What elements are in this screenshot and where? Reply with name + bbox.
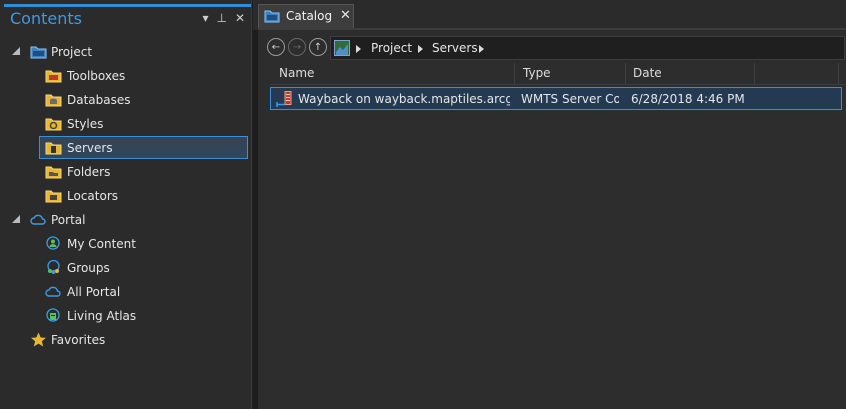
up-button[interactable]: ↑ xyxy=(309,38,327,56)
tree-item-all-portal[interactable]: All Portal xyxy=(0,280,252,304)
styles-folder-icon xyxy=(45,118,62,131)
tab-catalog-label: Catalog xyxy=(286,9,333,23)
pane-menu-icon[interactable]: ▾ xyxy=(202,11,208,25)
breadcrumb-arrow-icon[interactable] xyxy=(479,45,484,53)
tree-label-project: Project xyxy=(51,45,93,59)
catalog-navbar: ← → ↑ Project Servers xyxy=(258,36,846,60)
contents-tree: Project Toolboxes Databases Styles Serve… xyxy=(0,40,252,352)
breadcrumb-arrow-icon[interactable] xyxy=(418,45,423,53)
location-map-icon xyxy=(334,40,350,56)
folder-icon xyxy=(45,166,62,179)
contents-title: Contents xyxy=(10,9,82,28)
tree-item-servers[interactable]: Servers xyxy=(0,136,252,160)
cell-name: Wayback on wayback.maptiles.arcgis.com xyxy=(298,92,510,106)
catalog-view: ← → ↑ Project Servers Name Type Date Way… xyxy=(258,30,846,409)
tree-label-toolboxes: Toolboxes xyxy=(67,69,126,83)
column-divider[interactable] xyxy=(625,63,626,85)
collapse-caret-icon[interactable] xyxy=(12,215,20,223)
column-header-name[interactable]: Name xyxy=(279,66,314,80)
column-divider[interactable] xyxy=(754,63,755,85)
project-folder-icon xyxy=(30,46,47,59)
table-row[interactable]: Wayback on wayback.maptiles.arcgis.com W… xyxy=(270,87,842,110)
column-divider[interactable] xyxy=(838,63,839,85)
contents-accent-bar xyxy=(4,4,251,7)
column-header-type[interactable]: Type xyxy=(523,66,551,80)
catalog-tabbar: Catalog ✕ xyxy=(253,0,846,30)
tree-label-databases: Databases xyxy=(67,93,131,107)
tree-label-servers: Servers xyxy=(67,141,113,155)
pane-controls: ▾ ⊥ ✕ xyxy=(202,11,245,25)
tree-item-portal[interactable]: Portal xyxy=(0,208,252,232)
tree-label-styles: Styles xyxy=(67,117,104,131)
tab-close-icon[interactable]: ✕ xyxy=(340,8,351,23)
groups-icon xyxy=(47,260,60,274)
tree-label-my-content: My Content xyxy=(67,237,136,251)
pane-pin-icon[interactable]: ⊥ xyxy=(216,11,226,25)
server-folder-icon xyxy=(45,142,62,155)
tree-label-all-portal: All Portal xyxy=(67,285,121,299)
cell-type: WMTS Server Connection xyxy=(521,92,619,106)
breadcrumb-servers[interactable]: Servers xyxy=(432,41,478,55)
breadcrumb-project[interactable]: Project xyxy=(371,41,412,55)
tree-label-groups: Groups xyxy=(67,261,110,275)
tree-item-databases[interactable]: Databases xyxy=(0,88,252,112)
tree-label-living-atlas: Living Atlas xyxy=(67,309,137,323)
forward-button[interactable]: → xyxy=(288,38,306,56)
tree-label-locators: Locators xyxy=(67,189,118,203)
tree-item-locators[interactable]: Locators xyxy=(0,184,252,208)
catalog-icon xyxy=(264,10,280,23)
grid-header: Name Type Date xyxy=(270,63,846,85)
tree-label-folders: Folders xyxy=(67,165,111,179)
star-icon xyxy=(31,332,46,347)
portal-cloud-icon xyxy=(30,214,46,225)
tree-item-my-content[interactable]: My Content xyxy=(0,232,252,256)
wmts-server-icon xyxy=(276,91,292,107)
column-divider[interactable] xyxy=(514,63,515,85)
pane-close-icon[interactable]: ✕ xyxy=(235,11,245,25)
tree-label-favorites: Favorites xyxy=(51,333,106,347)
collapse-caret-icon[interactable] xyxy=(12,47,20,55)
my-content-icon xyxy=(46,236,60,250)
cloud-icon xyxy=(45,286,61,297)
tree-item-living-atlas[interactable]: Living Atlas xyxy=(0,304,252,328)
tree-item-project[interactable]: Project xyxy=(0,40,252,64)
tree-item-folders[interactable]: Folders xyxy=(0,160,252,184)
locator-folder-icon xyxy=(45,190,62,203)
tree-label-portal: Portal xyxy=(51,213,86,227)
column-header-date[interactable]: Date xyxy=(633,66,662,80)
tab-catalog[interactable]: Catalog ✕ xyxy=(258,4,354,28)
address-bar[interactable]: Project Servers xyxy=(330,36,845,60)
tree-item-groups[interactable]: Groups xyxy=(0,256,252,280)
back-button[interactable]: ← xyxy=(267,38,285,56)
tree-item-styles[interactable]: Styles xyxy=(0,112,252,136)
toolbox-folder-icon xyxy=(45,70,62,83)
tree-item-toolboxes[interactable]: Toolboxes xyxy=(0,64,252,88)
tree-item-favorites[interactable]: Favorites xyxy=(0,328,252,352)
living-atlas-icon xyxy=(46,308,60,322)
contents-pane: Contents ▾ ⊥ ✕ Project Toolboxes Databas… xyxy=(0,0,252,409)
breadcrumb-arrow-icon[interactable] xyxy=(356,45,361,53)
database-folder-icon xyxy=(45,94,62,107)
cell-date: 6/28/2018 4:46 PM xyxy=(631,92,745,106)
